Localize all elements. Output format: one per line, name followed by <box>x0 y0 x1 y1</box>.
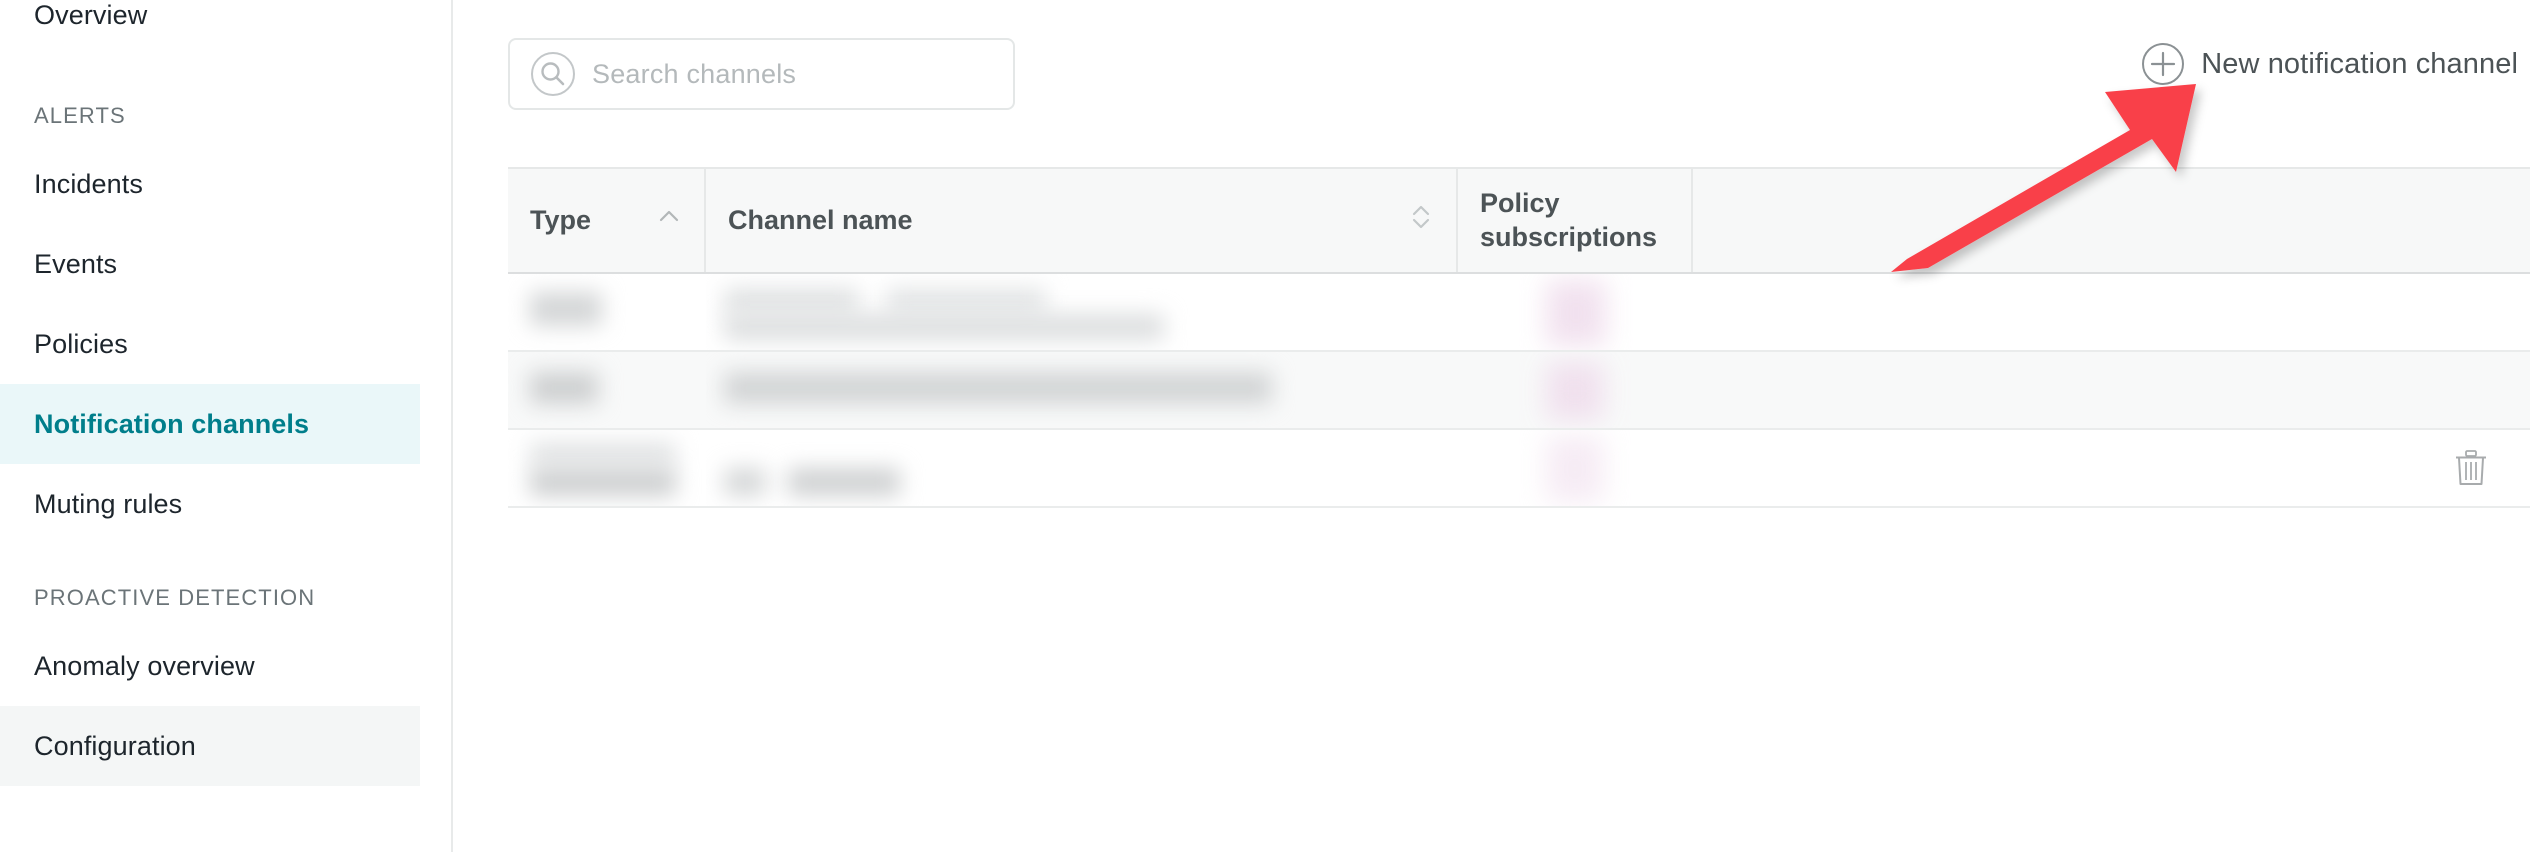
redacted-content <box>724 288 859 314</box>
redacted-content <box>530 468 676 496</box>
cell-actions <box>1693 430 2530 506</box>
cell-channel-name <box>706 274 1458 350</box>
chevron-up-down-icon[interactable] <box>1408 202 1434 239</box>
cell-policy-subscriptions <box>1458 430 1693 506</box>
search-icon <box>530 51 576 97</box>
redacted-content <box>1546 280 1606 346</box>
table-row[interactable] <box>508 274 2530 352</box>
column-header-policy-subscriptions[interactable]: Policy subscriptions <box>1458 169 1693 272</box>
redacted-content <box>530 442 676 466</box>
sidebar-item-events[interactable]: Events <box>0 224 420 304</box>
cell-type <box>508 430 706 506</box>
sidebar-item-label: Policies <box>34 328 128 359</box>
redacted-content <box>724 314 1164 340</box>
redacted-content <box>724 372 1272 404</box>
column-header-type[interactable]: Type <box>508 169 706 272</box>
search-input[interactable]: Search channels <box>508 38 1015 110</box>
chevron-up-icon[interactable] <box>656 204 682 237</box>
sidebar-section-label: PROACTIVE DETECTION <box>34 585 316 610</box>
new-notification-channel-button[interactable]: New notification channel <box>2141 42 2518 86</box>
notification-channels-page: Overview ALERTS Incidents Events Policie… <box>0 0 2530 852</box>
cell-type <box>508 274 706 350</box>
sidebar-item-anomaly-overview[interactable]: Anomaly overview <box>0 626 420 706</box>
table-header-row: Type Channel name Policy subscriptions <box>508 169 2530 274</box>
cell-policy-subscriptions <box>1458 274 1693 350</box>
sidebar-section-label: ALERTS <box>34 103 126 128</box>
new-notification-channel-label: New notification channel <box>2201 47 2518 80</box>
sidebar-item-label: Configuration <box>34 730 196 761</box>
sidebar-section-alerts: ALERTS <box>0 88 420 144</box>
trash-icon[interactable] <box>2454 449 2488 487</box>
redacted-content <box>788 468 900 496</box>
sidebar-section-proactive-detection: PROACTIVE DETECTION <box>0 570 420 626</box>
toolbar: Search channels New notification channel <box>453 0 2530 150</box>
column-header-actions <box>1693 169 2530 272</box>
column-header-label: Policy subscriptions <box>1480 187 1658 252</box>
redacted-content <box>530 372 598 404</box>
redacted-content <box>1546 436 1604 502</box>
redacted-content <box>1546 362 1604 420</box>
redacted-content <box>724 468 766 496</box>
cell-channel-name <box>706 430 1458 506</box>
search-placeholder: Search channels <box>592 58 797 89</box>
sidebar-item-label: Incidents <box>34 168 143 199</box>
table-row[interactable] <box>508 352 2530 430</box>
main-content: Search channels New notification channel… <box>453 0 2530 852</box>
cell-actions <box>1693 352 2530 428</box>
sidebar-item-label: Muting rules <box>34 488 183 519</box>
column-header-label: Channel name <box>728 204 913 235</box>
cell-type <box>508 352 706 428</box>
table-row[interactable] <box>508 430 2530 508</box>
sidebar-item-overview[interactable]: Overview <box>0 0 420 52</box>
sidebar-item-muting-rules[interactable]: Muting rules <box>0 464 420 544</box>
sidebar-item-policies[interactable]: Policies <box>0 304 420 384</box>
sidebar-item-notification-channels[interactable]: Notification channels <box>0 384 420 464</box>
cell-actions <box>1693 274 2530 350</box>
sidebar-item-configuration[interactable]: Configuration <box>0 706 420 786</box>
redacted-content <box>530 292 602 326</box>
sidebar-item-incidents[interactable]: Incidents <box>0 144 420 224</box>
cell-policy-subscriptions <box>1458 352 1693 428</box>
sidebar-item-label: Overview <box>34 0 148 30</box>
sidebar-item-label: Notification channels <box>34 408 310 439</box>
redacted-content <box>886 288 1046 314</box>
sidebar: Overview ALERTS Incidents Events Policie… <box>0 0 453 852</box>
sidebar-item-label: Events <box>34 248 118 279</box>
plus-circle-icon <box>2141 42 2185 86</box>
cell-channel-name <box>706 352 1458 428</box>
notification-channels-table: Type Channel name Policy subscriptions <box>508 167 2530 508</box>
sidebar-item-label: Anomaly overview <box>34 650 255 681</box>
column-header-channel-name[interactable]: Channel name <box>706 169 1458 272</box>
column-header-label: Type <box>530 204 592 235</box>
